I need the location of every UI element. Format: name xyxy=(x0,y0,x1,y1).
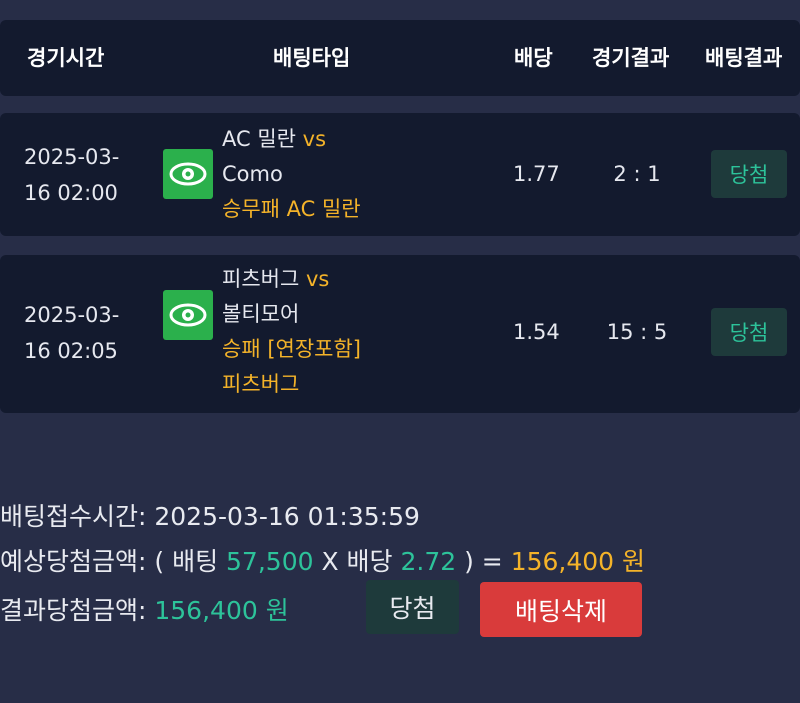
home-team: AC 밀란 xyxy=(222,127,296,151)
match-time: 2025-03- 16 02:05 xyxy=(24,297,119,369)
header-odds: 배당 xyxy=(514,46,553,70)
win-status-button[interactable]: 당첨 xyxy=(366,580,459,634)
vs-label: vs xyxy=(305,267,330,291)
eye-icon[interactable] xyxy=(163,290,213,340)
total-odds: 2.72 xyxy=(400,547,457,576)
table-row: 2025-03- 16 02:00 AC 밀란 vs Como 승무패 AC 밀… xyxy=(0,113,800,236)
bet-pick: 승패 [연장포함] xyxy=(222,337,361,361)
match-date: 2025-03- xyxy=(24,145,120,169)
match-date: 2025-03- xyxy=(24,303,120,327)
table-row: 2025-03- 16 02:05 피츠버그 vs 볼티모어 승패 [연장포함]… xyxy=(0,255,800,413)
match-score: 2 : 1 xyxy=(613,162,661,186)
bet-type-cell: AC 밀란 vs Como 승무패 AC 밀란 xyxy=(222,122,361,227)
received-time-line: 배팅접수시간: 2025-03-16 01:35:59 xyxy=(0,497,420,533)
home-team: 피츠버그 xyxy=(222,267,300,291)
expected-amount: 156,400 원 xyxy=(510,547,646,576)
away-team: Como xyxy=(222,162,283,186)
result-label: 결과당첨금액: xyxy=(0,596,155,625)
received-value: 2025-03-16 01:35:59 xyxy=(154,502,420,531)
table-header: 경기시간 배팅타입 배당 경기결과 배팅결과 xyxy=(0,20,800,96)
header-match-result: 경기결과 xyxy=(592,46,670,70)
vs-label: vs xyxy=(302,127,327,151)
bet-type-cell: 피츠버그 vs 볼티모어 승패 [연장포함] 피츠버그 xyxy=(222,262,361,402)
result-amount-line: 결과당첨금액: 156,400 원 xyxy=(0,591,289,627)
odds-label: X 배당 xyxy=(313,547,401,576)
match-hour: 16 02:05 xyxy=(24,339,118,363)
match-hour: 16 02:00 xyxy=(24,181,118,205)
expected-label: 예상당첨금액: ( 배팅 xyxy=(0,547,227,576)
bet-result-badge: 당첨 xyxy=(711,150,787,198)
result-amount: 156,400 원 xyxy=(154,596,289,625)
odds-value: 1.77 xyxy=(513,162,560,186)
bet-pick-team: 피츠버그 xyxy=(222,372,300,396)
bet-result-badge: 당첨 xyxy=(711,308,787,356)
received-label: 배팅접수시간: xyxy=(0,502,155,531)
bet-pick: 승무패 AC 밀란 xyxy=(222,197,361,221)
match-score: 15 : 5 xyxy=(606,320,668,344)
odds-value: 1.54 xyxy=(513,320,560,344)
equals-label: ) = xyxy=(456,547,511,576)
away-team: 볼티모어 xyxy=(222,302,300,326)
delete-bet-button[interactable]: 배팅삭제 xyxy=(480,582,642,637)
expected-amount-line: 예상당첨금액: ( 배팅 57,500 X 배당 2.72 ) = 156,40… xyxy=(0,542,645,578)
bet-amount: 57,500 xyxy=(226,547,314,576)
header-bet-result: 배팅결과 xyxy=(705,46,783,70)
header-time: 경기시간 xyxy=(27,46,105,70)
header-bet-type: 배팅타입 xyxy=(273,46,351,70)
eye-icon[interactable] xyxy=(163,149,213,199)
match-time: 2025-03- 16 02:00 xyxy=(24,139,119,211)
